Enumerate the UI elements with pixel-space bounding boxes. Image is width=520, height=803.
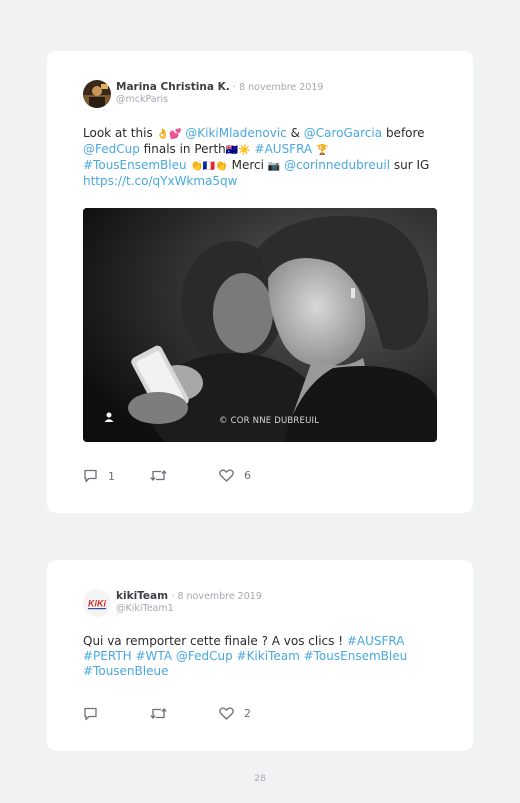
text-segment: &: [286, 126, 304, 140]
avatar[interactable]: KiKi: [83, 589, 111, 617]
text-segment: before: [382, 126, 425, 140]
text-segment: finals in Perth: [139, 142, 226, 156]
mention-link[interactable]: @FedCup: [83, 142, 140, 156]
tweet-photo[interactable]: © COR NNE DUBREUIL: [83, 208, 437, 442]
retweet-icon: [150, 470, 167, 481]
author-line: Marina Christina K. · 8 novembre 2019: [116, 81, 323, 93]
mention-link[interactable]: @KikiMladenovic: [185, 126, 287, 140]
avatar[interactable]: [83, 80, 111, 108]
heart-icon: [219, 469, 234, 482]
emoji: 👌💕: [156, 129, 182, 140]
author-handle[interactable]: @mckParis: [116, 94, 168, 105]
author-name[interactable]: Marina Christina K.: [116, 81, 230, 93]
photo-image: [83, 208, 437, 442]
reply-icon: [84, 707, 97, 721]
reply-action[interactable]: [83, 707, 108, 721]
emoji: 🇦🇺☀️: [225, 145, 251, 156]
tweet-text: Look at this 👌💕 @KikiMladenovic & @CaroG…: [83, 126, 443, 189]
photo-credit: © COR NNE DUBREUIL: [219, 416, 320, 426]
emoji: 🏆: [315, 145, 329, 156]
like-action[interactable]: 6: [219, 469, 251, 482]
emoji: 👏🇫🇷👏: [190, 161, 228, 172]
retweet-icon: [150, 708, 167, 719]
tweet-date[interactable]: · 8 novembre 2019: [233, 82, 323, 93]
like-count: 6: [244, 469, 251, 482]
text-segment: Look at this: [83, 126, 157, 140]
url-link[interactable]: https://t.co/qYxWkma5qw: [83, 174, 238, 188]
text-segment: Merci: [227, 158, 268, 172]
tweet-card-2: KiKi kikiTeam · 8 novembre 2019 @KikiTea…: [47, 560, 473, 751]
retweet-action[interactable]: [150, 469, 177, 482]
heart-icon: [219, 707, 234, 720]
kiki-logo-icon: KiKi: [83, 589, 111, 617]
text-segment: Qui va remporter cette finale ? A vos cl…: [83, 634, 347, 648]
mention-link[interactable]: @corinnedubreuil: [284, 158, 390, 172]
emoji: 📷: [267, 161, 281, 172]
mention-link[interactable]: @CaroGarcia: [304, 126, 382, 140]
hashtag-line[interactable]: #PERTH #WTA @FedCup #KikiTeam #TousEnsem…: [83, 649, 443, 664]
person-icon[interactable]: [103, 411, 115, 423]
author-name[interactable]: kikiTeam: [116, 590, 168, 602]
avatar-photo-icon: [83, 80, 111, 108]
like-count: 2: [244, 707, 251, 720]
text-segment: sur IG: [390, 158, 430, 172]
reply-count: 1: [108, 469, 115, 483]
page-number: 28: [254, 774, 266, 784]
svg-text:KiKi: KiKi: [88, 599, 106, 609]
hashtag-line[interactable]: #TousenBleue: [83, 664, 443, 679]
tweet-card-1: Marina Christina K. · 8 novembre 2019 @m…: [47, 51, 473, 513]
author-line: kikiTeam · 8 novembre 2019: [116, 590, 262, 602]
reply-icon: [84, 469, 97, 483]
tweet-text: Qui va remporter cette finale ? A vos cl…: [83, 634, 443, 679]
tweet-date[interactable]: · 8 novembre 2019: [171, 591, 261, 602]
hashtag-link[interactable]: #AUSFRA: [347, 634, 405, 648]
like-action[interactable]: 2: [219, 707, 251, 720]
reply-action[interactable]: 1: [83, 469, 115, 483]
hashtag-link[interactable]: #AUSFRA: [255, 142, 313, 156]
author-handle[interactable]: @KikiTeam1: [116, 603, 174, 614]
hashtag-link[interactable]: #TousEnsemBleu: [83, 158, 187, 172]
retweet-action[interactable]: [150, 707, 177, 720]
